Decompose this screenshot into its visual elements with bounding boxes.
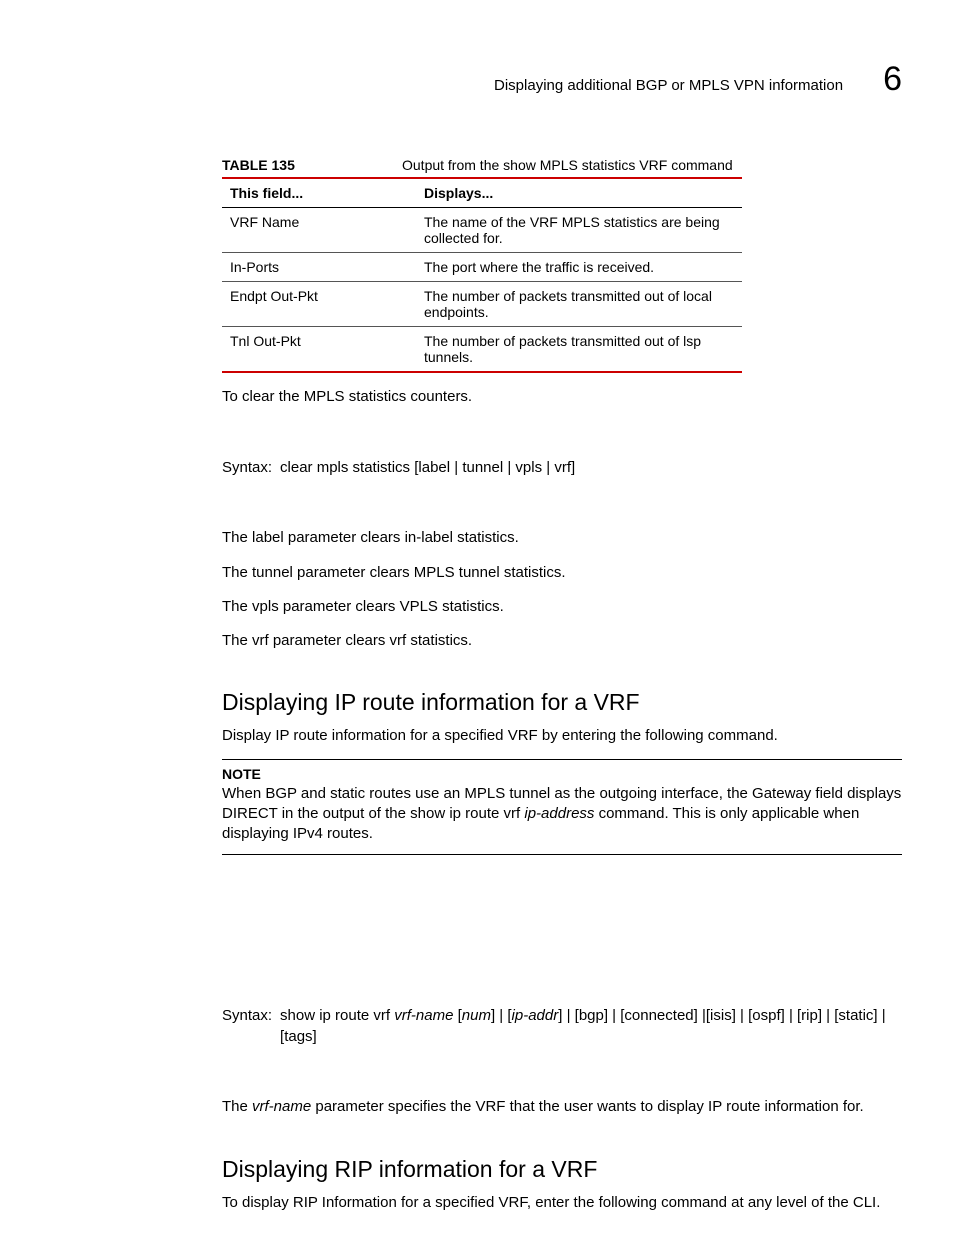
table-caption: TABLE 135 Output from the show MPLS stat… xyxy=(222,157,742,179)
table-row: VRF Name The name of the VRF MPLS statis… xyxy=(222,208,742,253)
fields-table: This field... Displays... VRF Name The n… xyxy=(222,179,742,373)
table-row: Endpt Out-Pkt The number of packets tran… xyxy=(222,282,742,327)
note-body: When BGP and static routes use an MPLS t… xyxy=(222,785,901,843)
cell-desc: The number of packets transmitted out of… xyxy=(416,282,742,327)
iproute-intro: Display IP route information for a speci… xyxy=(222,726,902,746)
clear-intro: To clear the MPLS statistics counters. xyxy=(222,387,902,407)
param-vpls: The vpls parameter clears VPLS statistic… xyxy=(222,597,902,617)
table-row: In-Ports The port where the traffic is r… xyxy=(222,253,742,282)
syntax-ipaddr: ip-addr xyxy=(512,1007,559,1024)
syntax-num: num xyxy=(462,1007,491,1024)
cell-field: VRF Name xyxy=(222,208,416,253)
cell-desc: The name of the VRF MPLS statistics are … xyxy=(416,208,742,253)
param-tunnel: The tunnel parameter clears MPLS tunnel … xyxy=(222,563,902,583)
note-block: NOTE When BGP and static routes use an M… xyxy=(222,759,902,856)
running-title: Displaying additional BGP or MPLS VPN in… xyxy=(494,77,843,94)
table-row: Tnl Out-Pkt The number of packets transm… xyxy=(222,327,742,373)
chapter-number: 6 xyxy=(883,60,902,99)
syntax-body: clear mpls statistics [label | tunnel | … xyxy=(280,457,902,478)
syntax-prefix: show ip route vrf xyxy=(280,1007,394,1024)
syntax-label: Syntax: xyxy=(222,1005,272,1047)
syntax-vrfname: vrf-name xyxy=(394,1007,453,1024)
syntax-label: Syntax: xyxy=(222,457,272,478)
col-head-field: This field... xyxy=(222,179,416,208)
clear-syntax: Syntax: clear mpls statistics [label | t… xyxy=(222,457,902,478)
cell-field: Tnl Out-Pkt xyxy=(222,327,416,373)
vrf-param-pre: The xyxy=(222,1098,252,1115)
cell-field: In-Ports xyxy=(222,253,416,282)
show-syntax: Syntax: show ip route vrf vrf-name [num]… xyxy=(222,1005,902,1047)
syntax-mid1: ] | [ xyxy=(491,1007,512,1024)
cell-desc: The number of packets transmitted out of… xyxy=(416,327,742,373)
syntax-after-vrf: [ xyxy=(453,1007,461,1024)
page-content: Displaying additional BGP or MPLS VPN in… xyxy=(222,60,902,1213)
note-label: NOTE xyxy=(222,766,902,782)
param-label: The label parameter clears in-label stat… xyxy=(222,528,902,548)
vrf-param-post: parameter specifies the VRF that the use… xyxy=(311,1098,864,1115)
table-135: TABLE 135 Output from the show MPLS stat… xyxy=(222,157,742,373)
rip-intro: To display RIP Information for a specifi… xyxy=(222,1193,902,1213)
table-title: Output from the show MPLS statistics VRF… xyxy=(402,157,733,173)
table-header-row: This field... Displays... xyxy=(222,179,742,208)
vrf-param-sentence: The vrf-name parameter specifies the VRF… xyxy=(222,1097,902,1117)
vrf-param-ital: vrf-name xyxy=(252,1098,311,1115)
param-vrf: The vrf parameter clears vrf statistics. xyxy=(222,631,902,651)
running-header: Displaying additional BGP or MPLS VPN in… xyxy=(222,60,902,99)
cell-field: Endpt Out-Pkt xyxy=(222,282,416,327)
note-italic: ip-address xyxy=(524,805,594,822)
syntax-body: show ip route vrf vrf-name [num] | [ip-a… xyxy=(280,1005,902,1047)
section-heading-iproute: Displaying IP route information for a VR… xyxy=(222,689,902,716)
table-number: TABLE 135 xyxy=(222,157,402,173)
cell-desc: The port where the traffic is received. xyxy=(416,253,742,282)
col-head-displays: Displays... xyxy=(416,179,742,208)
section-heading-rip: Displaying RIP information for a VRF xyxy=(222,1156,902,1183)
